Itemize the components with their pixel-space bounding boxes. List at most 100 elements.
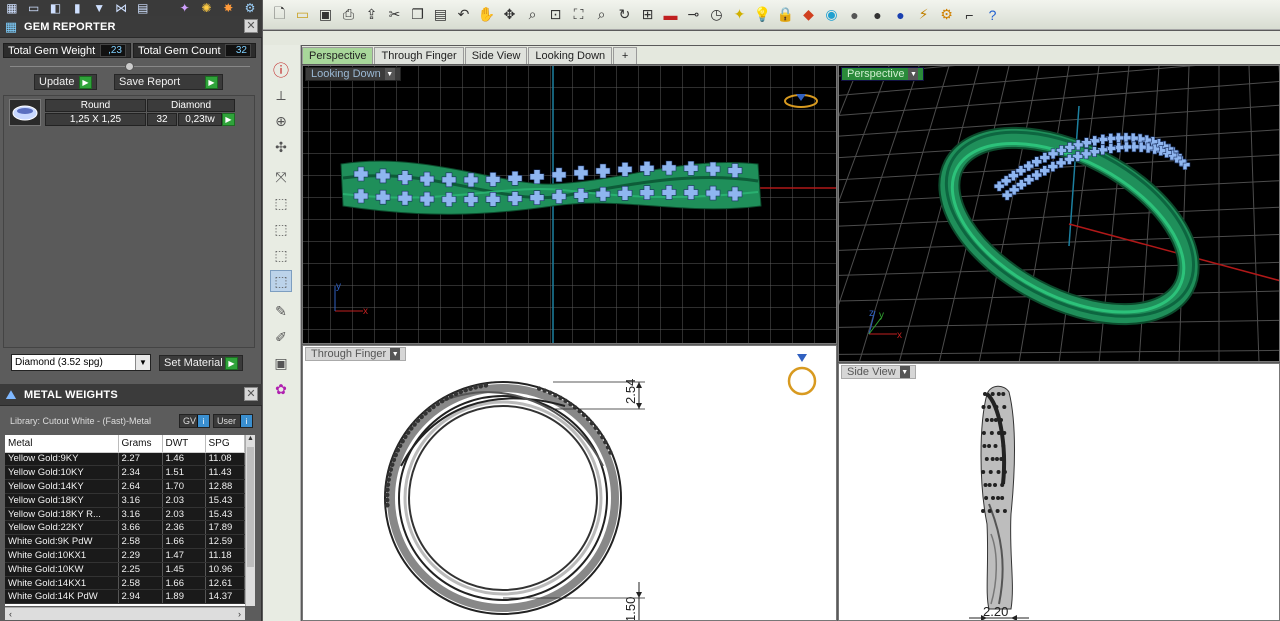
undo-icon[interactable]: ↶ [453, 4, 474, 26]
vertical-scrollbar[interactable]: ▲ [245, 435, 255, 606]
gv-button[interactable]: GV i [179, 414, 210, 428]
update-button[interactable]: Update ▶ [34, 74, 97, 90]
node-icon[interactable]: ⋈ [111, 0, 131, 16]
print-icon[interactable]: ⎙ [338, 4, 359, 26]
gem-play-icon[interactable]: ▶ [222, 113, 235, 126]
clock-icon[interactable]: ◷ [706, 4, 727, 26]
table-row[interactable]: White Gold:10KW 2.25 1.45 10.96 [5, 562, 245, 577]
viewport-label-looking-down[interactable]: Looking Down ▼ [305, 67, 401, 81]
color-wheel-icon[interactable]: ◉ [821, 4, 842, 26]
bulb-icon[interactable]: 💡 [752, 4, 773, 26]
monitor-icon[interactable]: ▭ [24, 0, 44, 16]
save-icon[interactable]: ▣ [315, 4, 336, 26]
column-header[interactable]: Metal [5, 435, 119, 453]
doc-icon[interactable]: ▤ [133, 0, 153, 16]
save-report-button[interactable]: Save Report ▶ [114, 74, 223, 90]
paste-icon[interactable]: ▤ [430, 4, 451, 26]
fan-icon[interactable]: ✣ [270, 136, 292, 158]
set-material-button[interactable]: Set Material ▶ [159, 355, 243, 371]
table-row[interactable]: White Gold:10KX1 2.29 1.47 11.18 [5, 548, 245, 563]
zoom-window-icon[interactable]: ⊡ [545, 4, 566, 26]
sphere-dark-icon[interactable]: ● [867, 4, 888, 26]
four-view-icon[interactable]: ⊞ [637, 4, 658, 26]
table-row[interactable]: White Gold:14K PdW 2.94 1.89 14.37 [5, 589, 245, 605]
flower-icon[interactable]: ✿ [270, 378, 292, 400]
sphere-blue-icon[interactable]: ● [890, 4, 911, 26]
settings-icon[interactable]: ⚙ [240, 0, 260, 16]
snap-icon[interactable]: ⊸ [683, 4, 704, 26]
zoom-selected-icon[interactable]: ⌕ [591, 4, 612, 26]
cut-icon[interactable]: ✂ [384, 4, 405, 26]
frame-icon[interactable]: ▣ [270, 352, 292, 374]
column-header[interactable]: DWT [162, 435, 206, 453]
rotate-view-icon[interactable]: ↻ [614, 4, 635, 26]
viewport-perspective[interactable]: x z y Perspective ▼ [838, 65, 1280, 362]
globe-icon[interactable]: ⊕ [270, 110, 292, 132]
close-icon[interactable]: ✕ [244, 387, 258, 401]
info-circle-icon[interactable]: ⓘ [270, 58, 292, 80]
table-row[interactable]: White Gold:9K PdW 2.58 1.66 12.59 [5, 534, 245, 550]
zoom-extents-icon[interactable]: ⛶ [568, 4, 589, 26]
tab-looking-down[interactable]: Looking Down [528, 47, 613, 64]
viewport-through-finger[interactable]: 2.54 1.50 Through Finger ▼ [302, 345, 837, 621]
wand-icon[interactable]: ⚡ [913, 4, 934, 26]
viewport-looking-down[interactable]: x y Looking Down ▼ [302, 65, 837, 344]
move-icon[interactable]: ✥ [499, 4, 520, 26]
bar-icon[interactable]: ▮ [67, 0, 87, 16]
material-select[interactable]: Diamond (3.52 spg) ▼ [11, 354, 151, 371]
table-row[interactable]: Yellow Gold:18KY 3.16 2.03 15.43 [5, 493, 245, 508]
layers-icon[interactable]: ✺ [197, 0, 217, 16]
viewport-label-perspective[interactable]: Perspective ▼ [841, 67, 925, 81]
add-tab-button[interactable]: + [613, 47, 638, 64]
gear-icon[interactable]: ⚙ [936, 4, 957, 26]
close-icon[interactable]: ✕ [244, 19, 258, 33]
pan-hand-icon[interactable]: ✋ [476, 4, 497, 26]
zoom-icon[interactable]: ⌕ [522, 4, 543, 26]
dimension-icon[interactable]: ⌐ [959, 4, 980, 26]
table-row[interactable]: Yellow Gold:14KY 2.64 1.70 12.88 [5, 479, 245, 494]
tab-perspective[interactable]: Perspective [302, 47, 374, 64]
table-row[interactable]: Yellow Gold:22KY 3.66 2.36 17.89 [5, 520, 245, 536]
copy-icon[interactable]: ❐ [407, 4, 428, 26]
cube-side-icon[interactable]: ⬚ [270, 218, 292, 240]
user-button[interactable]: User i [213, 414, 253, 428]
car-icon[interactable]: ▬ [660, 4, 681, 26]
cube-icon[interactable]: ◧ [46, 0, 66, 16]
light-icon[interactable]: ✦ [729, 4, 750, 26]
cube-persp-icon[interactable]: ⬚ [270, 270, 292, 292]
funnel-icon[interactable]: ▼ [89, 0, 109, 16]
viewport-label-through-finger[interactable]: Through Finger ▼ [305, 347, 407, 361]
column-header[interactable]: SPG [205, 435, 245, 453]
lock-icon[interactable]: 🔒 [775, 4, 796, 26]
cube-top-icon[interactable]: ⬚ [270, 244, 292, 266]
brush-icon[interactable]: ✎ [270, 300, 292, 322]
viewport-side-view[interactable]: 2.20 Side View ▼ [838, 363, 1280, 621]
table-row[interactable]: Yellow Gold:9KY 2.27 1.46 11.08 [5, 452, 245, 467]
plugin-icon[interactable]: ✸ [218, 0, 238, 16]
grid-icon[interactable]: ▦ [2, 0, 22, 16]
cube-front-icon[interactable]: ⬚ [270, 192, 292, 214]
shield-icon[interactable]: ◆ [798, 4, 819, 26]
column-header[interactable]: Grams [118, 435, 163, 453]
gizmo-icon[interactable]: ⤧ [270, 166, 292, 188]
tab-through-finger[interactable]: Through Finger [374, 47, 464, 64]
scroll-left-icon[interactable]: ‹ [9, 609, 12, 619]
gem-row[interactable]: Round Diamond 1,25 X 1,25 32 0,23tw ▶ [9, 99, 235, 127]
axis-icon[interactable]: ⟂ [270, 84, 292, 106]
help-icon[interactable]: ? [982, 4, 1003, 26]
sphere-gray-icon[interactable]: ● [844, 4, 865, 26]
scroll-thumb[interactable] [247, 447, 254, 567]
ring-view-icon[interactable] [787, 354, 817, 396]
viewport-label-side-view[interactable]: Side View ▼ [841, 365, 916, 379]
scroll-right-icon[interactable]: › [238, 609, 241, 619]
open-folder-icon[interactable]: ▭ [292, 4, 313, 26]
new-file-icon[interactable]: 🗋 [269, 4, 290, 26]
export-icon[interactable]: ⇪ [361, 4, 382, 26]
fx-icon[interactable]: ✦ [175, 0, 195, 16]
table-row[interactable]: White Gold:14KX1 2.58 1.66 12.61 [5, 576, 245, 591]
divider-handle[interactable] [125, 62, 134, 71]
table-row[interactable]: Yellow Gold:18KY R... 3.16 2.03 15.43 [5, 507, 245, 522]
horizontal-scrollbar[interactable]: ‹ › [5, 607, 245, 620]
paint-icon[interactable]: ✐ [270, 326, 292, 348]
scroll-up-icon[interactable]: ▲ [246, 435, 255, 445]
